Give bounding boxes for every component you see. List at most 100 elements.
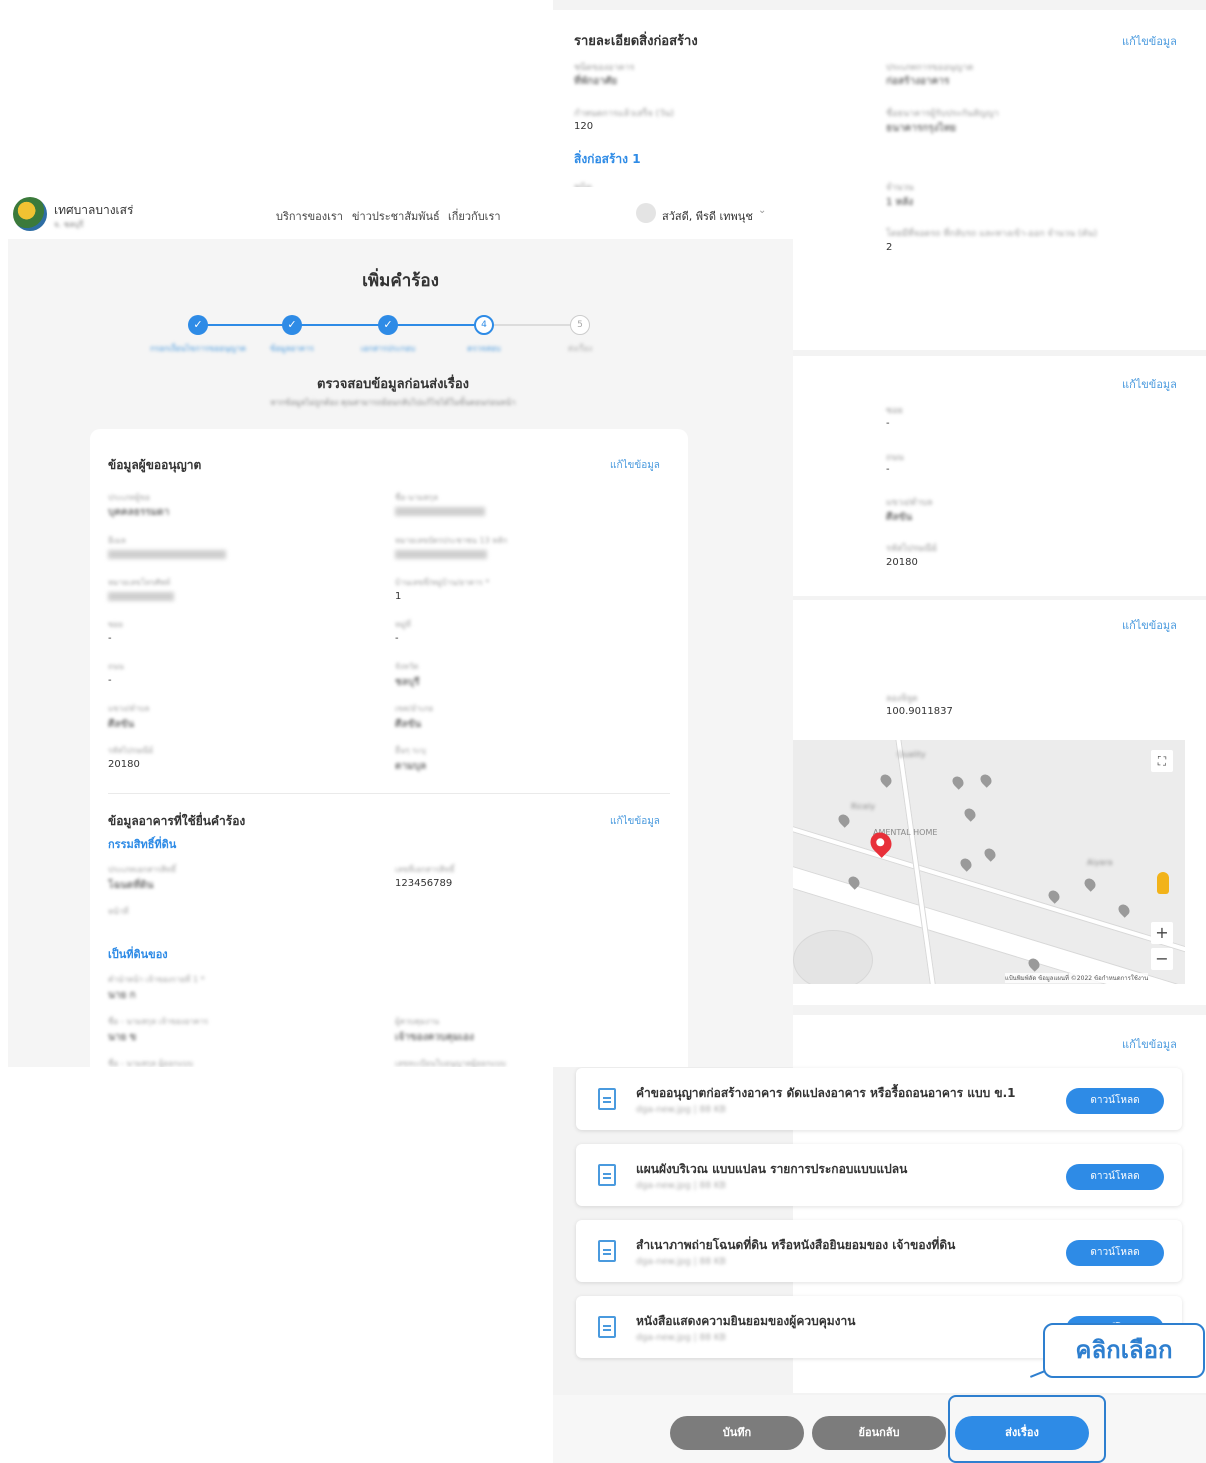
download-button[interactable]: ดาวน์โหลด (1066, 1088, 1164, 1114)
submit-highlight-box (948, 1395, 1106, 1463)
field-label: จังหวัด (395, 662, 419, 671)
document-item: สำเนาภาพถ่ายโฉนดที่ดิน หรือหนังสือยินยอม… (576, 1220, 1182, 1282)
section-divider (108, 793, 670, 794)
field-value: - (395, 633, 399, 644)
save-button[interactable]: บันทึก (670, 1416, 804, 1450)
document-title: แผนผังบริเวณ แบบแปลน รายการประกอบแบบแปลน (636, 1162, 908, 1176)
field-label: แขวง/ตำบล (108, 704, 150, 713)
field-label: เลขทะเบียนใบอนุญาตผู้ออกแบบ (395, 1059, 506, 1067)
step-2-check-icon: ✓ (282, 315, 302, 335)
edit-documents-link[interactable]: แก้ไขข้อมูล (1122, 1035, 1177, 1053)
field-label: กำหนดการแล้วเสร็จ (วัน) (574, 109, 674, 119)
step-label: ตรวจสอบ (467, 344, 501, 353)
municipality-logo[interactable] (13, 197, 47, 231)
fullscreen-icon[interactable]: ⛶ (1151, 750, 1173, 772)
download-button[interactable]: ดาวน์โหลด (1066, 1164, 1164, 1190)
field-label: ซอย (108, 620, 123, 629)
document-meta: dga-new.jpg | 88 KB (636, 1257, 726, 1267)
user-greeting[interactable]: สวัสดี, พีรดี เทพนุช (662, 207, 753, 225)
nav-about[interactable]: เกี่ยวกับเรา (448, 207, 501, 225)
field-label: ซอย (886, 406, 903, 416)
map-poi-icon (1046, 888, 1062, 904)
document-meta: dga-new.jpg | 88 KB (636, 1181, 726, 1191)
field-value: นาย ก (108, 990, 136, 1001)
zoom-out-button[interactable]: − (1151, 948, 1173, 970)
map-attribution: แป้นพิมพ์ลัด ข้อมูลแผนที่ ©2022 ข้อกำหนด… (1005, 973, 1149, 983)
map-poi-icon (950, 774, 966, 790)
field-label: ชื่อ - นามสกุล เจ้าของอาคาร (108, 1017, 209, 1026)
field-value: ศีลขัน (108, 719, 135, 730)
street-view-icon[interactable] (1157, 872, 1169, 894)
back-button[interactable]: ย้อนกลับ (812, 1416, 946, 1450)
field-label: ชื่อธนาคารผู้รับประกันสัญญา (886, 109, 999, 119)
field-value: - (108, 633, 112, 644)
map-label: Ricely (851, 802, 876, 811)
field-label: หมายเลขบัตรประชาชน 13 หลัก (395, 536, 508, 545)
location-map[interactable]: Quality Ricely Aiyara AMENTAL HOME ⛶ + −… (793, 740, 1185, 984)
edit-applicant-link[interactable]: แก้ไขข้อมูล (610, 458, 660, 473)
map-poi-icon (836, 812, 852, 828)
construction-title: รายละเอียดสิ่งก่อสร้าง (574, 34, 698, 49)
field-label: แขวง/ตำบล (886, 498, 933, 508)
longitude-label: ลองจิจูด (886, 694, 918, 704)
owner-heading: เป็นที่ดินของ (108, 948, 168, 961)
step-label: เอกสารประกอบ (360, 344, 416, 353)
field-value: ศีลขัน (395, 719, 422, 730)
field-label: อื่นๆ ระบุ (395, 746, 426, 755)
applicant-card: ข้อมูลผู้ขออนุญาต แก้ไขข้อมูล ประเภทผู้ข… (90, 429, 688, 1067)
field-label: หน้าที่ (108, 907, 129, 916)
edit-location-link[interactable]: แก้ไขข้อมูล (1122, 616, 1177, 634)
step-1-check-icon: ✓ (188, 315, 208, 335)
field-value: นาย ข (108, 1032, 137, 1043)
edit-construction-link[interactable]: แก้ไขข้อมูล (1122, 32, 1177, 50)
field-label: ประเภทผู้ขอ (108, 493, 150, 502)
field-value: ศีลขัน (886, 512, 913, 523)
user-avatar-icon[interactable] (636, 203, 656, 223)
step-label: กรอกเงื่อนไขการขออนุญาต (150, 344, 246, 353)
field-label: บ้านเลขที่/หมู่บ้าน/อาคาร * (395, 578, 490, 587)
document-title: สำเนาภาพถ่ายโฉนดที่ดิน หรือหนังสือยินยอม… (636, 1238, 956, 1252)
org-subtitle: จ. ชลบุรี (54, 220, 84, 229)
field-value: บุคคลธรรมดา (108, 507, 170, 518)
nav-news[interactable]: ข่าวประชาสัมพันธ์ (352, 207, 440, 225)
field-label: ชื่อ-นามสกุล (395, 493, 438, 502)
map-poi-icon (1082, 876, 1098, 892)
field-label: คำนำหน้า เจ้าของรายที่ 1 * (108, 975, 205, 984)
field-value: 20180 (108, 759, 140, 770)
building-1-link[interactable]: สิ่งก่อสร้าง 1 (574, 150, 641, 169)
stepper-line-done (198, 324, 488, 326)
review-title: ตรวจสอบข้อมูลก่อนส่งเรื่อง (317, 377, 469, 392)
field-label: หมายเลขโทรศัพท์ (108, 578, 171, 587)
document-meta: dga-new.jpg | 88 KB (636, 1105, 726, 1115)
download-button[interactable]: ดาวน์โหลด (1066, 1240, 1164, 1266)
redacted-value (395, 507, 485, 516)
field-label: รหัสไปรษณีย์ (108, 746, 154, 755)
map-poi-icon (878, 772, 894, 788)
field-label: ประเภทการขออนุญาต (886, 63, 974, 73)
field-value: ชลบุรี (395, 677, 420, 688)
field-label: รหัสไปรษณีย์ (886, 544, 937, 554)
zoom-in-button[interactable]: + (1151, 922, 1173, 944)
map-label: Quality (897, 750, 926, 759)
step-label: ส่งเรื่อง (567, 344, 593, 353)
field-label: ผู้ควบคุมงาน (395, 1017, 440, 1026)
map-poi-icon (1116, 902, 1132, 918)
document-icon (598, 1164, 616, 1186)
field-label: ชนิดของอาคาร (574, 63, 635, 73)
chevron-down-icon[interactable]: ⌄ (758, 205, 766, 216)
field-label: ถนน (886, 453, 904, 463)
field-value: 1 (395, 591, 402, 602)
field-value: โฉนดที่ดิน (108, 880, 154, 891)
field-label: ประเภทเอกสารสิทธิ์ (108, 865, 177, 874)
field-value: ก่อสร้างอาคาร (886, 76, 950, 87)
nav-services[interactable]: บริการของเรา (276, 207, 343, 225)
edit-building-link[interactable]: แก้ไขข้อมูล (610, 814, 660, 829)
edit-address-link[interactable]: แก้ไขข้อมูล (1122, 375, 1177, 393)
map-poi-icon (962, 806, 978, 822)
document-item: แผนผังบริเวณ แบบแปลน รายการประกอบแบบแปลน… (576, 1144, 1182, 1206)
map-area (793, 930, 873, 984)
page-title: เพิ่มคำร้อง (362, 271, 439, 291)
map-label: Aiyara (1087, 858, 1113, 867)
field-value: 120 (574, 121, 594, 132)
field-value: ตามบุล (395, 761, 427, 772)
